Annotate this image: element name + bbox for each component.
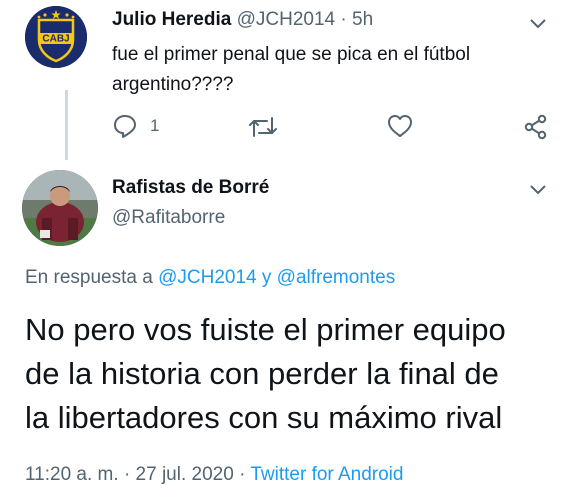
tweet-meta: 11:20 a. m. · 27 jul. 2020 · Twitter for… bbox=[25, 464, 403, 486]
reply-and: y bbox=[261, 267, 272, 288]
tweet-time[interactable]: 11:20 a. m. bbox=[25, 464, 119, 485]
share-button[interactable] bbox=[524, 114, 548, 145]
avatar[interactable]: CABJ bbox=[25, 6, 87, 68]
retweet-icon bbox=[249, 117, 277, 137]
retweet-button[interactable] bbox=[248, 114, 278, 145]
author-name[interactable]: Rafistas de Borré bbox=[112, 177, 269, 199]
reply-prefix: En respuesta a bbox=[25, 267, 153, 288]
like-icon bbox=[388, 115, 412, 137]
separator: · bbox=[340, 9, 347, 30]
separator: · bbox=[123, 464, 131, 485]
author-handle[interactable]: @Rafitaborre bbox=[112, 207, 225, 229]
tweet-text-line: argentino???? bbox=[112, 74, 234, 95]
reply-icon bbox=[114, 115, 136, 138]
reply-context: En respuesta a @JCH2014 y @alfremontes bbox=[25, 267, 395, 289]
tweet-text-line: de la historia con perder la final de bbox=[25, 356, 499, 391]
avatar[interactable] bbox=[22, 170, 98, 246]
tweet-date[interactable]: 27 jul. 2020 bbox=[136, 464, 234, 485]
more-options-button[interactable] bbox=[527, 178, 549, 200]
tweet-text-line: la libertadores con su máximo rival bbox=[25, 400, 503, 435]
chevron-down-icon bbox=[530, 19, 546, 29]
author-name[interactable]: Julio Heredia bbox=[112, 9, 231, 30]
thread-connector bbox=[65, 90, 68, 160]
like-button[interactable] bbox=[387, 114, 413, 143]
parent-tweet-text: fue el primer penal que se pica en el fú… bbox=[112, 40, 470, 100]
boca-crest-icon: CABJ bbox=[25, 6, 87, 68]
tweet-source[interactable]: Twitter for Android bbox=[250, 464, 403, 485]
tweet-text-line: fue el primer penal que se pica en el fú… bbox=[112, 44, 471, 65]
more-options-button[interactable] bbox=[527, 12, 549, 34]
tweet-time[interactable]: 5h bbox=[352, 9, 373, 30]
parent-tweet-header: Julio Heredia @JCH2014 · 5h bbox=[112, 9, 373, 31]
reply-button[interactable]: 1 bbox=[112, 113, 159, 139]
main-tweet-text: No pero vos fuiste el primer equipo de l… bbox=[25, 308, 506, 440]
profile-photo-icon bbox=[22, 170, 98, 246]
share-icon bbox=[524, 114, 547, 140]
chevron-down-icon bbox=[530, 185, 546, 195]
author-handle[interactable]: @JCH2014 bbox=[237, 9, 336, 30]
tweet-text-line: No pero vos fuiste el primer equipo bbox=[25, 312, 506, 347]
mention-link[interactable]: @alfremontes bbox=[277, 267, 396, 288]
avatar-text: CABJ bbox=[42, 34, 69, 45]
separator: · bbox=[239, 464, 246, 485]
reply-count: 1 bbox=[150, 116, 160, 135]
mention-link[interactable]: @JCH2014 bbox=[158, 267, 257, 288]
